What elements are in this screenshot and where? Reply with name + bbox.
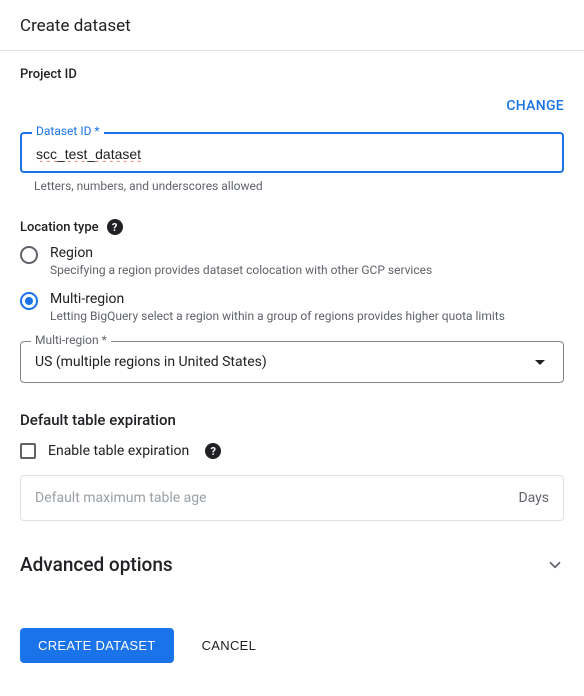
checkbox-icon <box>20 443 36 459</box>
project-id-label: Project ID <box>20 67 564 82</box>
multi-region-legend: Multi-region * <box>31 333 111 347</box>
cancel-button[interactable]: CANCEL <box>202 638 257 653</box>
multi-region-select[interactable]: Multi-region * US (multiple regions in U… <box>20 341 564 383</box>
radio-icon <box>20 292 38 310</box>
multi-region-value: US (multiple regions in United States) <box>35 354 267 370</box>
help-icon[interactable]: ? <box>205 443 221 459</box>
radio-option-region[interactable]: Region Specifying a region provides data… <box>20 245 564 277</box>
dialog-header: Create dataset <box>0 0 584 51</box>
dialog-actions: CREATE DATASET CANCEL <box>20 628 564 663</box>
max-table-age-placeholder: Default maximum table age <box>35 490 207 506</box>
dialog-content: Project ID CHANGE Dataset ID * Letters, … <box>0 51 584 683</box>
location-type-radio-group: Region Specifying a region provides data… <box>20 245 564 323</box>
advanced-options-toggle[interactable]: Advanced options <box>20 549 564 580</box>
radio-label: Multi-region <box>50 291 564 307</box>
radio-desc: Letting BigQuery select a region within … <box>50 309 564 323</box>
dataset-id-field[interactable]: Dataset ID * <box>20 132 564 173</box>
dataset-id-helper: Letters, numbers, and underscores allowe… <box>34 179 564 193</box>
create-dataset-button[interactable]: CREATE DATASET <box>20 628 174 663</box>
radio-label: Region <box>50 245 564 261</box>
checkbox-label: Enable table expiration <box>48 443 189 459</box>
dialog-title: Create dataset <box>20 16 564 36</box>
advanced-options-title: Advanced options <box>20 553 173 576</box>
radio-option-multi-region[interactable]: Multi-region Letting BigQuery select a r… <box>20 291 564 323</box>
expiration-header: Default table expiration <box>20 411 564 429</box>
radio-text: Multi-region Letting BigQuery select a r… <box>50 291 564 323</box>
location-type-label: Location type <box>20 220 99 235</box>
help-icon[interactable]: ? <box>107 219 123 235</box>
max-table-age-field: Default maximum table age Days <box>20 475 564 521</box>
chevron-down-icon <box>546 556 564 574</box>
dataset-id-input[interactable] <box>36 146 548 162</box>
caret-down-icon <box>535 360 545 365</box>
radio-icon <box>20 246 38 264</box>
dataset-id-legend: Dataset ID * <box>32 124 104 138</box>
enable-expiration-checkbox[interactable]: Enable table expiration ? <box>20 443 564 459</box>
radio-desc: Specifying a region provides dataset col… <box>50 263 564 277</box>
location-type-header: Location type ? <box>20 219 564 235</box>
max-table-age-suffix: Days <box>518 490 549 506</box>
radio-text: Region Specifying a region provides data… <box>50 245 564 277</box>
change-project-button[interactable]: CHANGE <box>506 98 564 114</box>
